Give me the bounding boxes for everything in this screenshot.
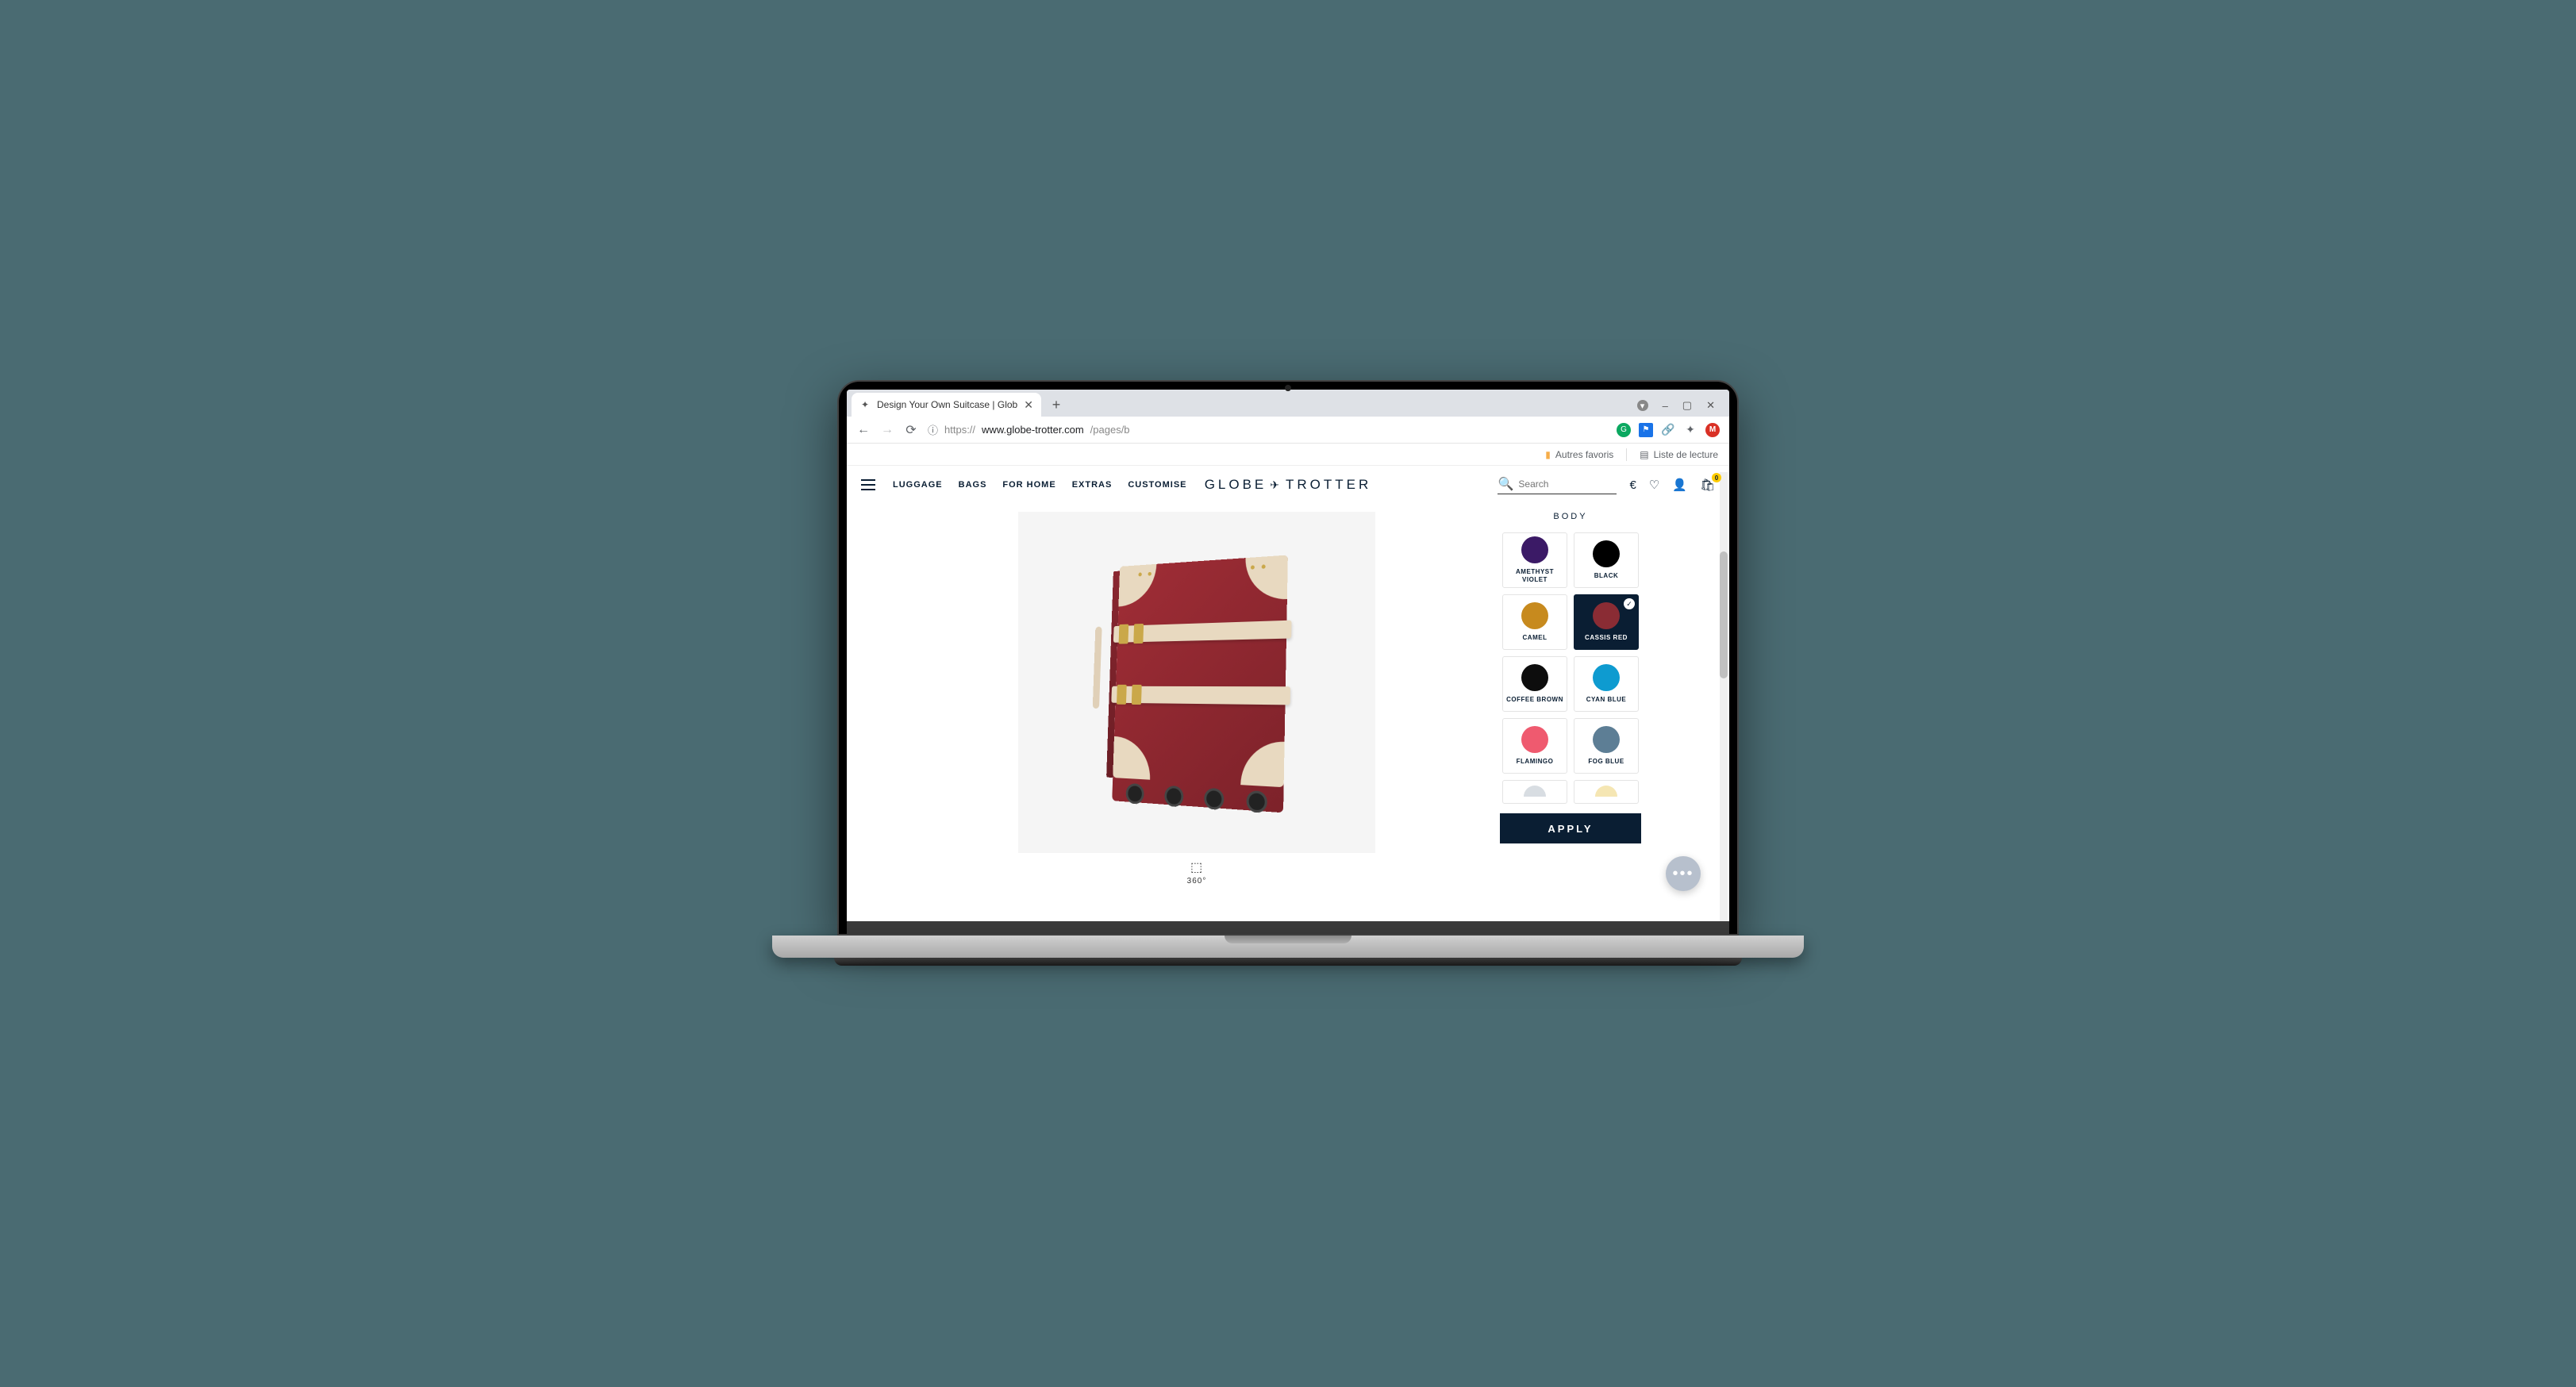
bookmark-reading-list[interactable]: ▤ Liste de lecture (1640, 449, 1718, 460)
swatch-label: AMETHYST VIOLET (1503, 568, 1567, 583)
swatch-label: FLAMINGO (1517, 758, 1554, 766)
tab-favicon: ✦ (859, 399, 871, 410)
brand-plane-icon: ✈ (1270, 478, 1282, 492)
check-icon: ✓ (1624, 598, 1635, 609)
footer-strip (847, 921, 1729, 934)
section-label-body: BODY (1553, 512, 1587, 521)
profile-avatar-icon[interactable]: M (1705, 423, 1720, 437)
url-field[interactable]: ⓘ https:// www.globe-trotter.com/pages/b (928, 422, 1607, 437)
extensions-menu-icon[interactable]: ✦ (1683, 423, 1697, 437)
site-header: LUGGAGE BAGS FOR HOME EXTRAS CUSTOMISE G… (847, 466, 1729, 504)
swatch-color-circle (1593, 540, 1620, 567)
swatch-color-circle (1521, 536, 1548, 563)
currency-icon[interactable]: € (1629, 478, 1636, 492)
apply-button[interactable]: APPLY (1500, 813, 1641, 843)
extension-link-icon[interactable]: 🔗 (1661, 423, 1675, 437)
swatch-camel[interactable]: CAMEL (1502, 594, 1567, 650)
url-host: www.globe-trotter.com (982, 424, 1084, 436)
suitcase-render (1112, 555, 1288, 813)
nav-back-icon[interactable]: ← (856, 423, 871, 437)
swatch-fog-blue[interactable]: FOG BLUE (1574, 718, 1639, 774)
product-preview[interactable] (1018, 512, 1375, 853)
swatch-grid: AMETHYST VIOLET BLACK CAMEL ✓ CASSIS RED COFF… (1502, 532, 1639, 804)
extension-grammarly-icon[interactable]: G (1617, 423, 1631, 437)
rotate-icon: ⬚ (1190, 859, 1203, 875)
swatch-color-circle (1521, 664, 1548, 691)
swatch-color-circle (1593, 726, 1620, 753)
browser-tab-strip: ✦ Design Your Own Suitcase | Glob ✕ + ▾ … (847, 390, 1729, 417)
nav-customise[interactable]: CUSTOMISE (1128, 480, 1186, 490)
menu-hamburger-icon[interactable] (861, 479, 875, 490)
swatch-cyan-blue[interactable]: CYAN BLUE (1574, 656, 1639, 712)
swatch-coffee-brown[interactable]: COFFEE BROWN (1502, 656, 1567, 712)
swatch-label: CASSIS RED (1585, 634, 1628, 642)
url-path: /pages/b (1090, 424, 1130, 436)
bookmark-other-favorites[interactable]: ▮ Autres favoris (1545, 449, 1613, 460)
chat-widget-button[interactable]: ••• (1666, 856, 1701, 891)
bookmark-label: Autres favoris (1555, 449, 1613, 460)
swatch-peek[interactable] (1574, 780, 1639, 804)
swatch-color-circle (1521, 726, 1548, 753)
swatch-label: CYAN BLUE (1586, 696, 1626, 704)
nav-extras[interactable]: EXTRAS (1072, 480, 1113, 490)
new-tab-button[interactable]: + (1046, 394, 1067, 415)
nav-for-home[interactable]: FOR HOME (1002, 480, 1055, 490)
bag-count-badge: 0 (1712, 473, 1721, 482)
rotate-360-button[interactable]: ⬚ 360° (1187, 859, 1207, 886)
swatch-color-circle (1593, 664, 1620, 691)
account-icon[interactable]: 👤 (1672, 478, 1687, 492)
chrome-account-icon[interactable]: ▾ (1637, 400, 1648, 411)
bookmark-separator (1626, 448, 1627, 461)
swatch-color-circle (1524, 786, 1546, 797)
brand-left: GLOBE (1205, 477, 1267, 493)
tab-title: Design Your Own Suitcase | Glob (877, 399, 1017, 410)
search-input[interactable] (1518, 478, 1617, 490)
window-maximize[interactable]: ▢ (1682, 399, 1692, 412)
nav-luggage[interactable]: LUGGAGE (893, 480, 943, 490)
brand-logo[interactable]: GLOBE ✈ TROTTER (1205, 477, 1372, 493)
swatch-cassis-red[interactable]: ✓ CASSIS RED (1574, 594, 1639, 650)
swatch-flamingo[interactable]: FLAMINGO (1502, 718, 1567, 774)
site-info-icon[interactable]: ⓘ (928, 422, 938, 437)
swatch-amethyst-violet[interactable]: AMETHYST VIOLET (1502, 532, 1567, 588)
swatch-label: BLACK (1594, 572, 1619, 580)
rotate-label: 360° (1187, 877, 1207, 886)
search-field[interactable]: 🔍 (1498, 476, 1617, 494)
search-icon: 🔍 (1498, 476, 1513, 492)
folder-icon: ▮ (1545, 449, 1551, 460)
brand-right: TROTTER (1286, 477, 1371, 493)
bookmarks-bar: ▮ Autres favoris ▤ Liste de lecture (847, 444, 1729, 466)
swatch-black[interactable]: BLACK (1574, 532, 1639, 588)
nav-reload-icon[interactable]: ⟳ (904, 422, 918, 438)
swatch-color-circle (1593, 602, 1620, 629)
extension-tag-icon[interactable]: ⚑ (1639, 423, 1653, 437)
options-scrollbar[interactable] (1720, 551, 1728, 742)
options-column: BODY AMETHYST VIOLET BLACK CAMEL ✓ CASSIS RE… (1491, 512, 1650, 934)
swatch-label: COFFEE BROWN (1506, 696, 1563, 704)
url-protocol: https:// (944, 424, 975, 436)
window-minimize[interactable]: – (1663, 400, 1668, 412)
address-bar: ← → ⟳ ⓘ https:// www.globe-trotter.com/pa… (847, 417, 1729, 444)
wishlist-heart-icon[interactable]: ♡ (1649, 478, 1659, 492)
swatch-label: CAMEL (1523, 634, 1548, 642)
window-controls: ▾ – ▢ ✕ (1637, 399, 1724, 417)
main-nav: LUGGAGE BAGS FOR HOME EXTRAS CUSTOMISE (893, 480, 1187, 490)
product-preview-column: ⬚ 360° (926, 512, 1467, 934)
browser-tab[interactable]: ✦ Design Your Own Suitcase | Glob ✕ (852, 393, 1041, 417)
swatch-color-circle (1521, 602, 1548, 629)
nav-forward-icon[interactable]: → (880, 423, 894, 437)
tab-close-icon[interactable]: ✕ (1024, 398, 1033, 412)
extension-icons: G ⚑ 🔗 ✦ M (1617, 423, 1720, 437)
swatch-color-circle (1595, 786, 1617, 797)
swatch-label: FOG BLUE (1588, 758, 1624, 766)
shopping-bag-icon[interactable]: 🛍0 (1700, 478, 1715, 492)
nav-bags[interactable]: BAGS (959, 480, 987, 490)
list-icon: ▤ (1640, 449, 1648, 460)
page-content: LUGGAGE BAGS FOR HOME EXTRAS CUSTOMISE G… (847, 466, 1729, 934)
window-close[interactable]: ✕ (1706, 399, 1715, 412)
bookmark-label: Liste de lecture (1654, 449, 1718, 460)
swatch-peek[interactable] (1502, 780, 1567, 804)
